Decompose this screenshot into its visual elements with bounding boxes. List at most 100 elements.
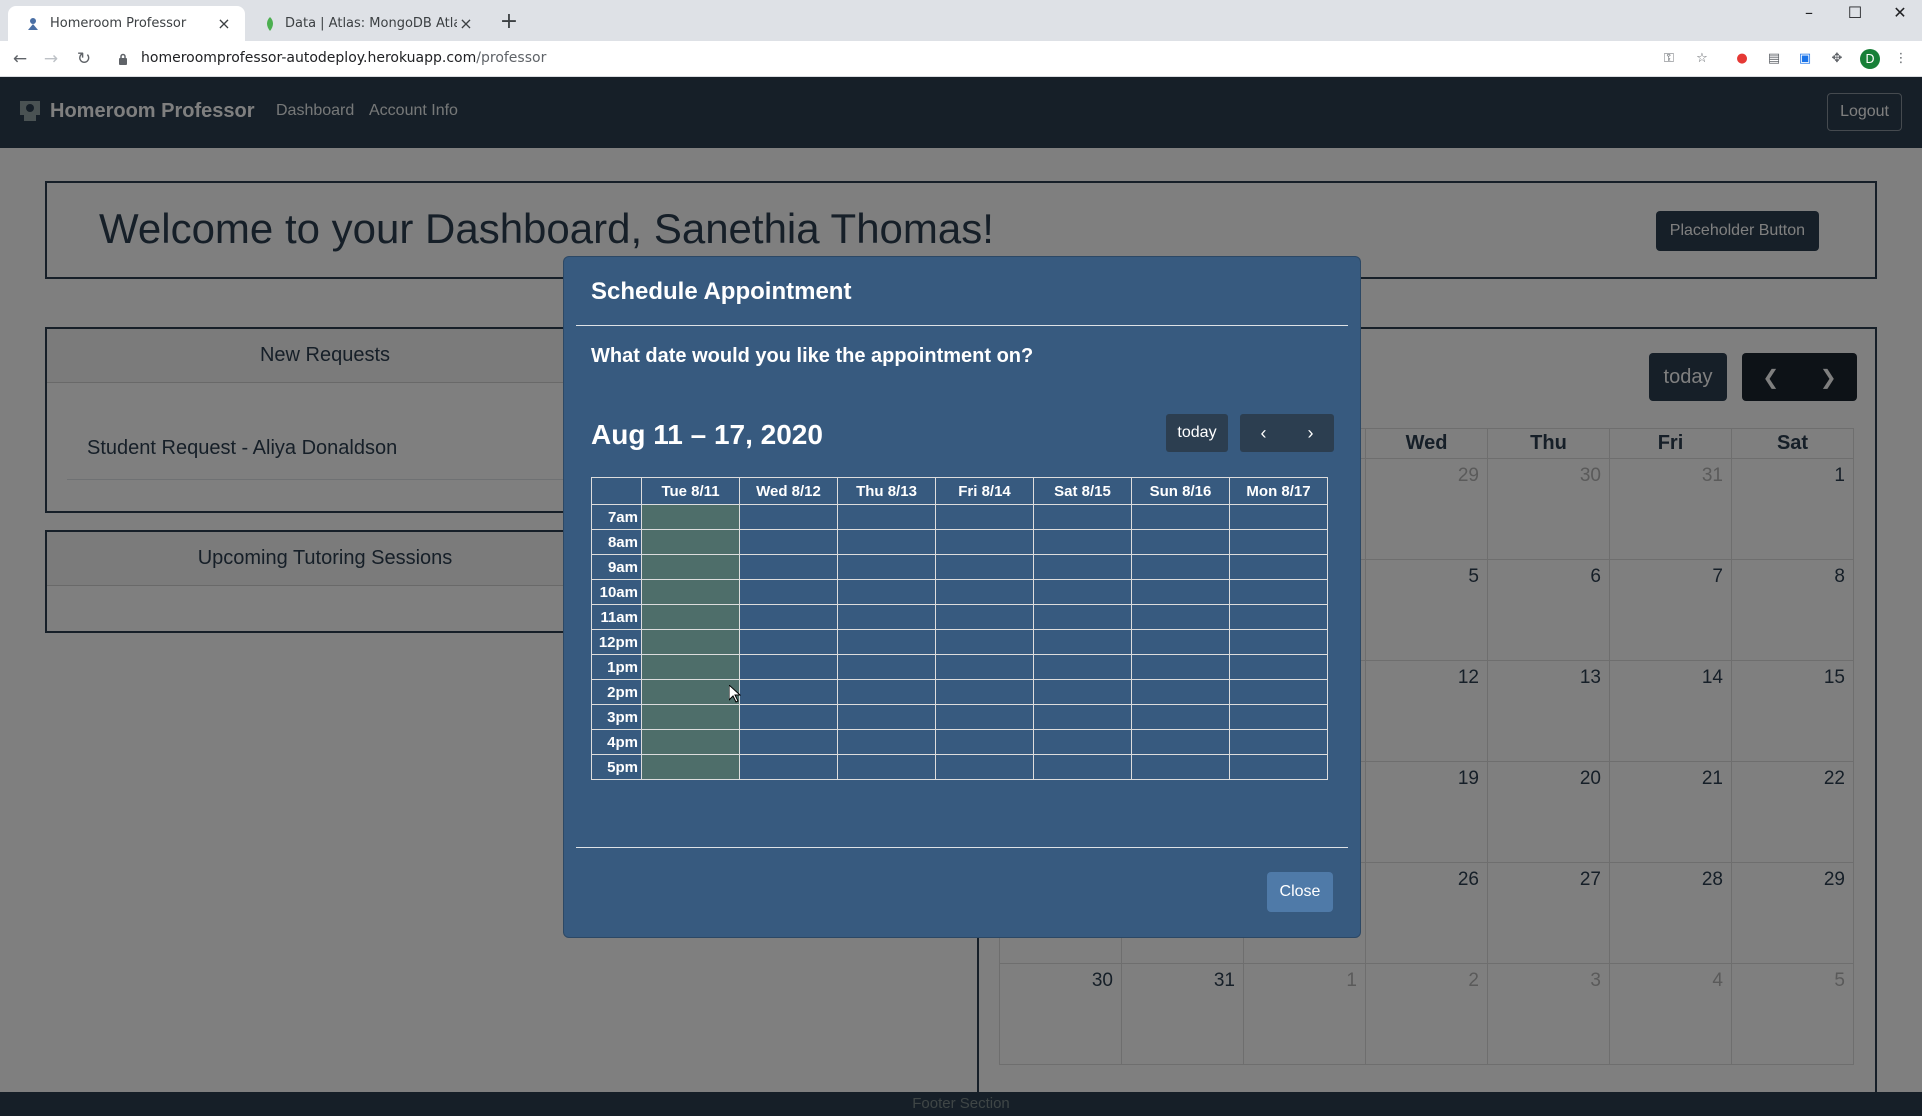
time-slot[interactable] <box>641 704 740 730</box>
time-slot[interactable] <box>1033 729 1132 755</box>
time-slot[interactable] <box>1229 579 1328 605</box>
time-slot[interactable] <box>1131 654 1230 680</box>
time-slot[interactable] <box>1131 629 1230 655</box>
time-slot[interactable] <box>935 629 1034 655</box>
puzzle-icon[interactable]: ✥ <box>1828 50 1846 68</box>
time-slot[interactable] <box>1229 754 1328 780</box>
time-slot[interactable] <box>1033 554 1132 580</box>
time-slot[interactable] <box>739 679 838 705</box>
time-slot[interactable] <box>1229 654 1328 680</box>
time-slot[interactable] <box>1131 554 1230 580</box>
time-slot[interactable] <box>935 604 1034 630</box>
close-icon[interactable]: × <box>215 14 233 33</box>
time-slot[interactable] <box>837 704 936 730</box>
time-slot[interactable] <box>739 704 838 730</box>
star-icon[interactable]: ☆ <box>1693 50 1711 68</box>
time-slot[interactable] <box>1229 554 1328 580</box>
time-slot[interactable] <box>1131 679 1230 705</box>
time-slot[interactable] <box>1033 629 1132 655</box>
time-slot[interactable] <box>1131 579 1230 605</box>
time-slot[interactable] <box>739 729 838 755</box>
tab-homeroom-professor[interactable]: Homeroom Professor × <box>8 6 245 41</box>
time-slot[interactable] <box>1033 654 1132 680</box>
time-slot[interactable] <box>641 504 740 530</box>
time-slot[interactable] <box>935 679 1034 705</box>
time-slot[interactable] <box>1131 754 1230 780</box>
time-slot[interactable] <box>1229 529 1328 555</box>
extension-icon[interactable]: ▤ <box>1765 50 1783 68</box>
forward-icon[interactable]: → <box>37 45 65 73</box>
time-slot[interactable] <box>837 554 936 580</box>
time-slot[interactable] <box>1229 679 1328 705</box>
time-slot[interactable] <box>935 529 1034 555</box>
time-slot[interactable] <box>1131 729 1230 755</box>
chevron-left-icon[interactable]: ‹ <box>1240 414 1287 452</box>
time-slot[interactable] <box>837 729 936 755</box>
time-slot[interactable] <box>837 579 936 605</box>
reload-icon[interactable]: ↻ <box>70 45 98 73</box>
time-slot[interactable] <box>837 754 936 780</box>
time-slot[interactable] <box>739 529 838 555</box>
time-slot[interactable] <box>1033 679 1132 705</box>
time-slot[interactable] <box>837 529 936 555</box>
time-slot[interactable] <box>739 654 838 680</box>
maximize-icon[interactable]: ☐ <box>1832 0 1878 28</box>
time-slot[interactable] <box>935 554 1034 580</box>
time-slot[interactable] <box>1033 604 1132 630</box>
menu-icon[interactable]: ⋮ <box>1892 50 1910 68</box>
time-slot[interactable] <box>641 629 740 655</box>
adblock-icon[interactable]: ● <box>1733 50 1751 68</box>
time-slot[interactable] <box>739 604 838 630</box>
time-slot[interactable] <box>837 504 936 530</box>
time-slot[interactable] <box>1229 504 1328 530</box>
time-slot[interactable] <box>739 504 838 530</box>
time-slot[interactable] <box>1229 704 1328 730</box>
extension-icon[interactable]: ▣ <box>1796 50 1814 68</box>
time-slot[interactable] <box>739 629 838 655</box>
time-slot[interactable] <box>1131 704 1230 730</box>
time-slot[interactable] <box>641 554 740 580</box>
time-slot[interactable] <box>1033 529 1132 555</box>
address-bar[interactable]: homeroomprofessor-autodeploy.herokuapp.c… <box>141 50 546 66</box>
time-slot[interactable] <box>1229 729 1328 755</box>
time-slot[interactable] <box>1131 504 1230 530</box>
time-slot[interactable] <box>739 554 838 580</box>
key-icon[interactable]: ⚿ <box>1660 50 1678 68</box>
time-slot[interactable] <box>1131 604 1230 630</box>
time-slot[interactable] <box>837 629 936 655</box>
time-slot[interactable] <box>1131 529 1230 555</box>
time-slot[interactable] <box>1229 629 1328 655</box>
back-icon[interactable]: ← <box>6 45 34 73</box>
time-slot[interactable] <box>1229 604 1328 630</box>
time-slot[interactable] <box>935 754 1034 780</box>
time-slot[interactable] <box>935 579 1034 605</box>
today-button[interactable]: today <box>1166 414 1228 452</box>
time-slot[interactable] <box>1033 704 1132 730</box>
time-slot[interactable] <box>837 604 936 630</box>
time-slot[interactable] <box>641 604 740 630</box>
time-slot[interactable] <box>641 654 740 680</box>
profile-avatar[interactable]: D <box>1860 49 1880 69</box>
time-slot[interactable] <box>641 529 740 555</box>
close-icon[interactable]: × <box>457 14 475 33</box>
window-close-icon[interactable]: ✕ <box>1877 0 1922 28</box>
time-slot[interactable] <box>837 654 936 680</box>
time-slot[interactable] <box>1033 504 1132 530</box>
time-slot[interactable] <box>641 579 740 605</box>
time-slot[interactable] <box>641 679 740 705</box>
minimize-icon[interactable]: – <box>1786 0 1832 28</box>
time-slot[interactable] <box>641 729 740 755</box>
time-slot[interactable] <box>739 579 838 605</box>
time-slot[interactable] <box>837 679 936 705</box>
time-slot[interactable] <box>641 754 740 780</box>
time-slot[interactable] <box>935 504 1034 530</box>
chevron-right-icon[interactable]: › <box>1287 414 1334 452</box>
time-slot[interactable] <box>935 704 1034 730</box>
tab-mongodb-atlas[interactable]: Data | Atlas: MongoDB Atlas × <box>247 6 487 41</box>
time-slot[interactable] <box>1033 754 1132 780</box>
time-slot[interactable] <box>935 654 1034 680</box>
close-button[interactable]: Close <box>1267 872 1333 912</box>
new-tab-button[interactable]: + <box>496 10 522 36</box>
time-slot[interactable] <box>739 754 838 780</box>
time-slot[interactable] <box>1033 579 1132 605</box>
